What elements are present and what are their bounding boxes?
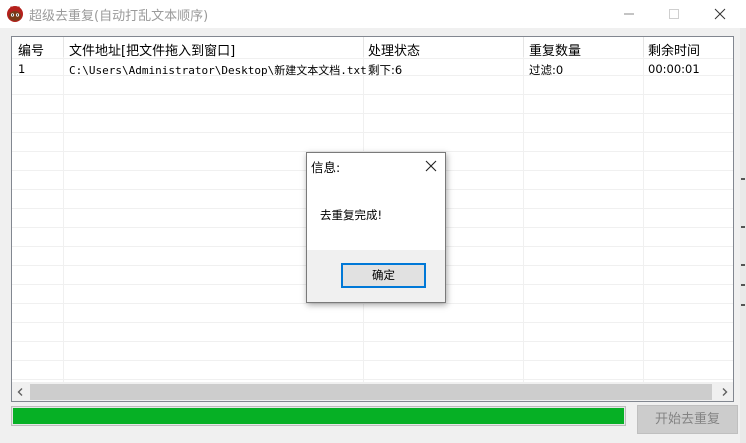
row-status: 剩下:6 xyxy=(368,63,403,77)
message-dialog: 信息: 去重复完成! 确定 xyxy=(306,152,446,303)
grid-row-line xyxy=(12,322,733,323)
progress-bar xyxy=(11,406,626,426)
row-duplicate-count: 过滤:0 xyxy=(529,63,564,77)
chevron-left-icon xyxy=(17,388,23,396)
dialog-message: 去重复完成! xyxy=(320,208,383,222)
minimize-icon xyxy=(624,13,634,15)
ok-button[interactable]: 确定 xyxy=(341,263,426,288)
dialog-body: 去重复完成! xyxy=(307,179,445,250)
column-header-file-path[interactable]: 文件地址[把文件拖入到窗口] xyxy=(69,40,235,59)
edge-mark xyxy=(741,284,745,286)
close-button[interactable] xyxy=(697,0,743,28)
column-header-status[interactable]: 处理状态 xyxy=(368,40,420,59)
grid-row-line xyxy=(12,132,733,133)
row-number: 1 xyxy=(18,62,26,76)
edge-mark xyxy=(741,178,745,180)
header-separator[interactable] xyxy=(643,37,644,57)
column-header-duplicate-count[interactable]: 重复数量 xyxy=(529,40,581,59)
dialog-close-button[interactable] xyxy=(419,155,443,177)
grid-row-line xyxy=(12,379,733,380)
edge-mark xyxy=(741,226,745,228)
start-dedup-button[interactable]: 开始去重复 xyxy=(637,405,738,434)
grid-row-line xyxy=(12,113,733,114)
maximize-button[interactable] xyxy=(651,0,697,28)
grid-column-line xyxy=(643,37,644,382)
grid-row-line xyxy=(12,341,733,342)
minimize-button[interactable] xyxy=(606,0,652,28)
scroll-left-button[interactable] xyxy=(12,383,29,401)
dialog-title: 信息: xyxy=(311,160,341,175)
chevron-right-icon xyxy=(722,388,728,396)
title-bar[interactable]: 超级去重复(自动打乱文本顺序) xyxy=(0,0,746,28)
cat-face-icon xyxy=(7,6,23,22)
row-file-path: C:\Users\Administrator\Desktop\新建文本文档.tx… xyxy=(69,64,367,77)
edge-mark xyxy=(741,304,745,306)
header-separator[interactable] xyxy=(523,37,524,57)
main-window: 超级去重复(自动打乱文本顺序) 编号 文件地址[把文件拖入到窗口] 处理状态 重… xyxy=(0,0,746,443)
window-title: 超级去重复(自动打乱文本顺序) xyxy=(29,9,209,24)
column-header-time-remaining[interactable]: 剩余时间 xyxy=(648,40,700,59)
header-separator[interactable] xyxy=(363,37,364,57)
close-icon xyxy=(425,160,437,172)
column-header-number[interactable]: 编号 xyxy=(18,40,44,59)
dialog-title-bar[interactable]: 信息: xyxy=(307,153,445,179)
desktop-edge xyxy=(740,28,746,443)
grid-row-line xyxy=(12,94,733,95)
grid-row-line xyxy=(12,360,733,361)
scroll-right-button[interactable] xyxy=(716,383,733,401)
scrollbar-thumb[interactable] xyxy=(30,384,712,400)
close-icon xyxy=(714,8,726,20)
progress-fill xyxy=(13,408,624,424)
edge-mark xyxy=(741,264,745,266)
horizontal-scrollbar[interactable] xyxy=(12,382,733,401)
grid-row-line xyxy=(12,303,733,304)
grid-column-line xyxy=(523,37,524,382)
maximize-icon xyxy=(669,9,679,19)
header-separator[interactable] xyxy=(63,37,64,57)
row-time-remaining: 00:00:01 xyxy=(648,62,700,76)
grid-column-line xyxy=(63,37,64,382)
